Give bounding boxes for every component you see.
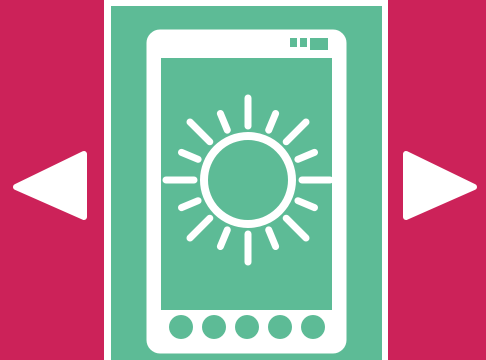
next-button[interactable] — [396, 140, 486, 230]
arrow-left-icon — [13, 151, 87, 220]
status-indicator-icon — [300, 38, 307, 47]
phone-nav-dot — [169, 315, 193, 339]
smartphone-icon — [145, 28, 348, 355]
phone-nav-dot — [235, 315, 259, 339]
carousel — [0, 0, 486, 360]
phone-nav-dot — [301, 315, 325, 339]
phone-nav-dot — [202, 315, 226, 339]
previous-button[interactable] — [6, 140, 96, 230]
phone-nav-dot — [268, 315, 292, 339]
status-indicator-icon — [290, 38, 297, 47]
arrow-right-icon — [403, 151, 477, 220]
battery-icon — [310, 38, 328, 50]
